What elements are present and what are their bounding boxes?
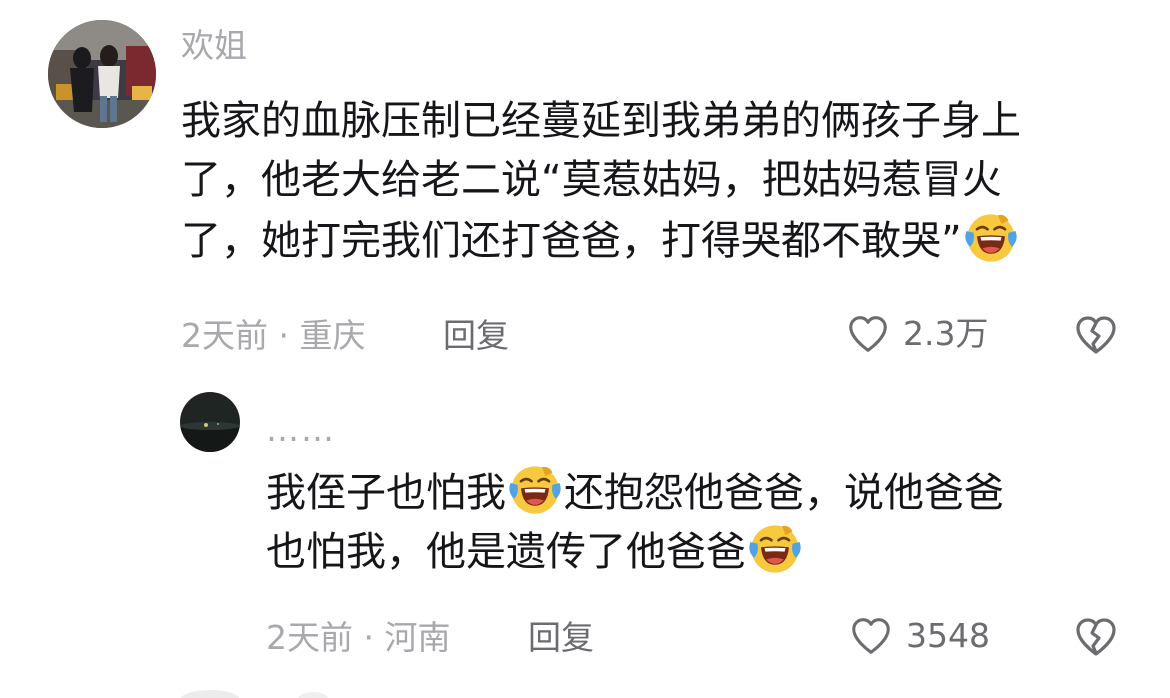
comment-line: 了，他老大给老二说“莫惹姑妈，把姑妈惹冒火 — [181, 151, 1021, 210]
comment-text-segment: 我家的血脉压制已经蔓延到我弟弟的俩孩子身上 — [181, 98, 1021, 144]
reply-line: 我侄子也怕我 还抱怨他爸爸，说他爸爸 — [266, 462, 1004, 521]
comment-text-segment: 了，她打完我们还打爸爸，打得哭都不敢哭” — [181, 218, 962, 264]
reply-username[interactable]: …… — [266, 410, 336, 450]
reply-reply-button[interactable]: 回复 — [528, 618, 594, 658]
comment-line: 我家的血脉压制已经蔓延到我弟弟的俩孩子身上 — [181, 92, 1021, 151]
username[interactable]: 欢姐 — [181, 26, 247, 66]
like-count: 2.3万 — [903, 314, 989, 353]
like-button[interactable]: 2.3万 — [845, 311, 988, 357]
reply-button[interactable]: 回复 — [443, 316, 509, 356]
reply-dislike-button[interactable] — [1072, 613, 1120, 661]
reply-text-segment: 也怕我，他是遗传了他爸爸 — [266, 529, 746, 575]
reply-like-button[interactable]: 3548 — [848, 613, 990, 659]
comment-text: 我家的血脉压制已经蔓延到我弟弟的俩孩子身上 了，他老大给老二说“莫惹姑妈，把姑妈惹… — [181, 92, 1021, 269]
heart-outline-icon — [845, 311, 891, 357]
reply-avatar[interactable] — [180, 392, 240, 452]
comment-line: 了，她打完我们还打爸爸，打得哭都不敢哭” — [181, 210, 1021, 269]
heart-outline-icon — [848, 613, 894, 659]
next-comment-avatar — [180, 690, 240, 698]
reply-text-segment: 还抱怨他爸爸，说他爸爸 — [564, 470, 1004, 516]
next-comment-indicator — [298, 692, 328, 698]
reply-text-segment: 我侄子也怕我 — [266, 470, 506, 516]
laughing-crying-emoji-icon — [507, 462, 563, 518]
comment-text-segment: 了，他老大给老二说“莫惹姑妈，把姑妈惹冒火 — [181, 157, 1002, 203]
broken-heart-icon — [1072, 613, 1120, 661]
reply-line: 也怕我，他是遗传了他爸爸 — [266, 521, 1004, 580]
laughing-crying-emoji-icon — [963, 210, 1019, 266]
reply-time-location: 2天前 · 河南 — [266, 618, 451, 657]
reply-like-count: 3548 — [906, 616, 990, 655]
comment-thread: 欢姐 我家的血脉压制已经蔓延到我弟弟的俩孩子身上 了，他老大给老二说“莫惹姑妈，把… — [0, 0, 1170, 698]
broken-heart-icon — [1072, 311, 1120, 359]
comment-time-location: 2天前 · 重庆 — [181, 316, 366, 355]
reply-text: 我侄子也怕我 还抱怨他爸爸，说他爸爸也怕我，他是遗传了他爸爸 — [266, 462, 1004, 580]
avatar[interactable] — [48, 20, 156, 128]
dislike-button[interactable] — [1072, 311, 1120, 359]
laughing-crying-emoji-icon — [747, 521, 803, 577]
